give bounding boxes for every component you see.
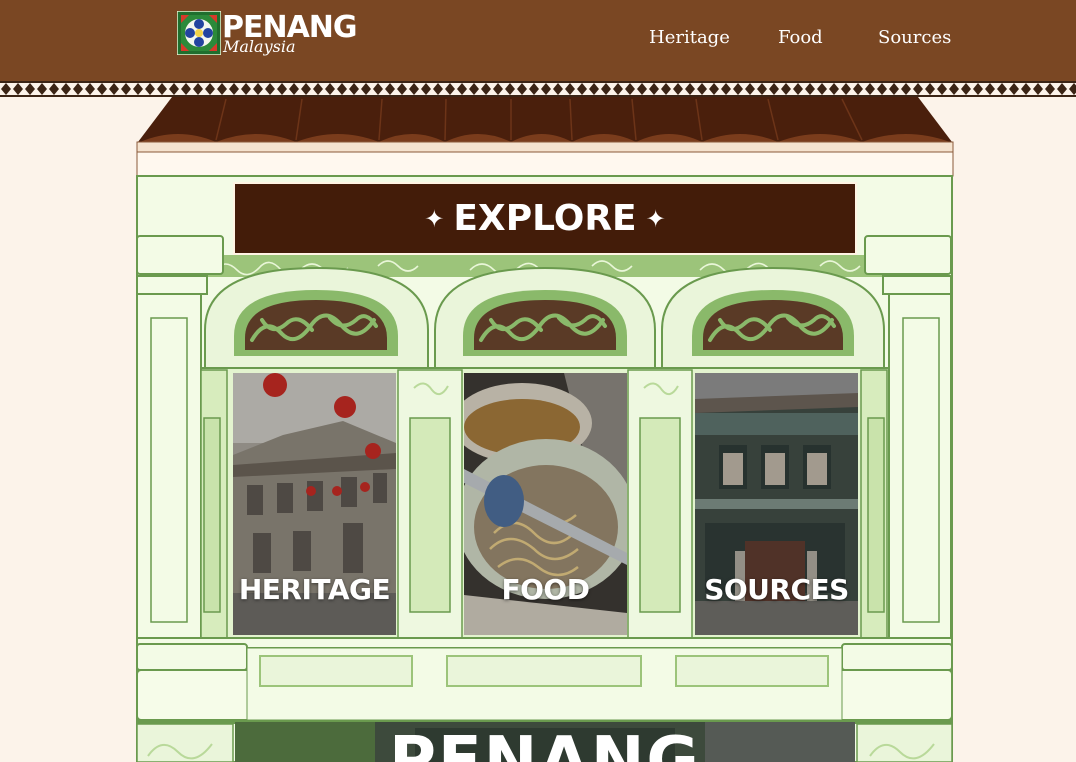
sparkle-icon: ✦ (645, 204, 666, 233)
card-food-label: FOOD (501, 573, 590, 606)
card-sources-label: SOURCES (704, 573, 849, 606)
card-food[interactable]: FOOD (464, 373, 627, 635)
explore-title-text: EXPLORE (453, 198, 637, 239)
card-sources[interactable]: SOURCES (695, 373, 858, 635)
hero-title: PENANG (389, 724, 701, 762)
explore-heading: ✦ EXPLORE ✦ (235, 184, 855, 253)
explore-banner: ✦ EXPLORE ✦ (233, 182, 857, 255)
card-heritage-label: HERITAGE (238, 573, 391, 606)
hero-banner: PENANG (235, 722, 855, 762)
sparkle-icon: ✦ (424, 204, 445, 233)
card-heritage[interactable]: HERITAGE (233, 373, 396, 635)
